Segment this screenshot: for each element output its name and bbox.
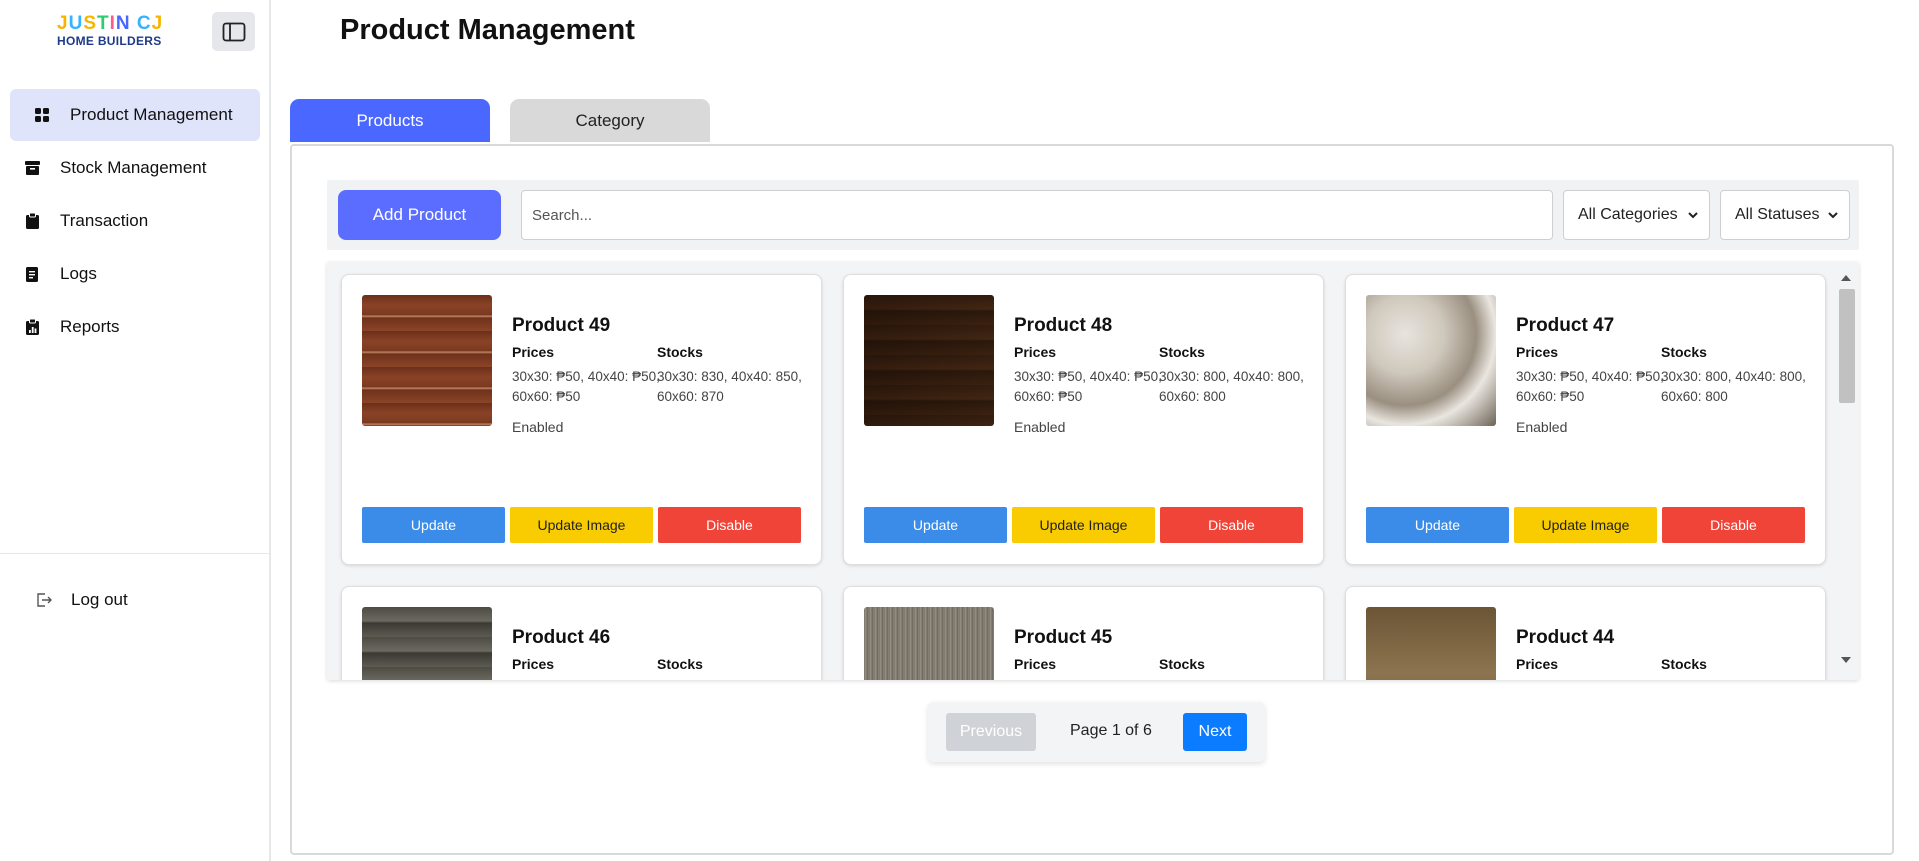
chevron-down-icon: [1688, 212, 1698, 219]
stocks-heading: Stocks: [657, 344, 703, 360]
sidebar-divider: [0, 553, 269, 554]
sidebar-item-label: Reports: [60, 317, 120, 336]
prices-heading: Prices: [1014, 344, 1057, 360]
update-image-button[interactable]: Update Image: [1514, 507, 1657, 543]
company-logo[interactable]: JUSTIN CJ HOME BUILDERS: [57, 14, 187, 54]
product-prices: 30x30: ₱50, 40x40: ₱50, 60x60: ₱50: [512, 369, 660, 404]
sidebar-item-stock-management[interactable]: Stock Management: [10, 142, 260, 194]
prices-heading: Prices: [512, 656, 555, 672]
product-card: Product 49 Prices Stocks 30x30: ₱50, 40x…: [341, 274, 822, 565]
sidebar-toggle-icon: [222, 22, 245, 41]
update-image-button[interactable]: Update Image: [510, 507, 653, 543]
stocks-heading: Stocks: [1661, 344, 1707, 360]
sidebar-toggle-button[interactable]: [212, 12, 255, 51]
sidebar-item-label: Stock Management: [60, 158, 207, 177]
product-stocks: 30x30: 830, 40x40: 850, 60x60: 870: [657, 369, 802, 404]
stocks-heading: Stocks: [657, 656, 703, 672]
status-badge: Enabled: [1014, 419, 1066, 435]
product-image: [362, 607, 492, 680]
product-card: Product 47 Prices Stocks 30x30: ₱50, 40x…: [1345, 274, 1826, 565]
logout-button[interactable]: Log out: [36, 588, 128, 612]
sidebar-item-product-management[interactable]: Product Management: [10, 89, 260, 141]
next-button[interactable]: Next: [1183, 713, 1247, 751]
product-card: Product 44 Prices Stocks: [1345, 586, 1826, 680]
product-name: Product 49: [512, 315, 611, 336]
prices-heading: Prices: [1516, 656, 1559, 672]
disable-button[interactable]: Disable: [658, 507, 801, 543]
previous-button[interactable]: Previous: [946, 713, 1036, 751]
stocks-heading: Stocks: [1159, 344, 1205, 360]
logo-title: JUSTIN CJ: [57, 13, 164, 34]
archive-box-icon: [24, 160, 40, 176]
update-button[interactable]: Update: [864, 507, 1007, 543]
logout-label: Log out: [71, 590, 128, 609]
logo-subtitle: HOME BUILDERS: [57, 34, 162, 48]
update-button[interactable]: Update: [362, 507, 505, 543]
product-name: Product 44: [1516, 627, 1615, 648]
product-card: Product 48 Prices Stocks 30x30: ₱50, 40x…: [843, 274, 1324, 565]
tab-category[interactable]: Category: [510, 99, 710, 142]
stocks-heading: Stocks: [1159, 656, 1205, 672]
search-input[interactable]: [521, 190, 1553, 240]
sidebar-item-logs[interactable]: Logs: [10, 248, 260, 300]
status-badge: Enabled: [1516, 419, 1568, 435]
product-name: Product 47: [1516, 315, 1615, 336]
prices-heading: Prices: [1516, 344, 1559, 360]
sidebar-item-reports[interactable]: Reports: [10, 301, 260, 353]
prices-heading: Prices: [1014, 656, 1057, 672]
product-image: [1366, 295, 1496, 426]
sidebar-item-label: Logs: [60, 264, 97, 283]
category-select[interactable]: All Categories: [1563, 190, 1710, 240]
product-stocks: 30x30: 800, 40x40: 800, 60x60: 800: [1661, 369, 1806, 404]
tab-products[interactable]: Products: [290, 99, 490, 142]
status-select-value: All Statuses: [1735, 206, 1820, 223]
status-select[interactable]: All Statuses: [1720, 190, 1850, 240]
sidebar-item-label: Transaction: [60, 211, 149, 230]
product-name: Product 45: [1014, 627, 1113, 648]
product-prices: 30x30: ₱50, 40x40: ₱50, 60x60: ₱50: [1014, 369, 1162, 404]
product-prices: 30x30: ₱50, 40x40: ₱50, 60x60: ₱50: [1516, 369, 1664, 404]
document-icon: [24, 266, 40, 282]
product-image: [1366, 607, 1496, 680]
page-title: Product Management: [340, 14, 635, 46]
sidebar-item-label: Product Management: [70, 105, 233, 124]
status-badge: Enabled: [512, 419, 564, 435]
product-grid: Product 49 Prices Stocks 30x30: ₱50, 40x…: [327, 262, 1859, 680]
product-name: Product 46: [512, 627, 611, 648]
sidebar-item-transaction[interactable]: Transaction: [10, 195, 260, 247]
prices-heading: Prices: [512, 344, 555, 360]
chevron-down-icon: [1828, 212, 1838, 219]
sidebar-nav: Product Management Stock Management Tran…: [10, 89, 260, 354]
scrollbar-thumb[interactable]: [1839, 289, 1855, 403]
page-indicator: Page 1 of 6: [1070, 722, 1152, 739]
product-card: Product 46 Prices Stocks: [341, 586, 822, 680]
disable-button[interactable]: Disable: [1160, 507, 1303, 543]
scroll-up-icon[interactable]: [1841, 274, 1851, 282]
disable-button[interactable]: Disable: [1662, 507, 1805, 543]
add-product-button[interactable]: Add Product: [338, 190, 501, 240]
report-icon: [24, 319, 40, 335]
sidebar: JUSTIN CJ HOME BUILDERS Product Manageme…: [0, 0, 271, 861]
clipboard-icon: [24, 213, 40, 229]
scroll-down-icon[interactable]: [1841, 656, 1851, 664]
product-image: [864, 295, 994, 426]
stocks-heading: Stocks: [1661, 656, 1707, 672]
grid-icon: [34, 107, 50, 123]
update-image-button[interactable]: Update Image: [1012, 507, 1155, 543]
product-card: Product 45 Prices Stocks: [843, 586, 1324, 680]
product-image: [362, 295, 492, 426]
product-name: Product 48: [1014, 315, 1113, 336]
logout-icon: [36, 593, 53, 607]
category-select-value: All Categories: [1578, 206, 1678, 223]
product-stocks: 30x30: 800, 40x40: 800, 60x60: 800: [1159, 369, 1304, 404]
product-image: [864, 607, 994, 680]
update-button[interactable]: Update: [1366, 507, 1509, 543]
